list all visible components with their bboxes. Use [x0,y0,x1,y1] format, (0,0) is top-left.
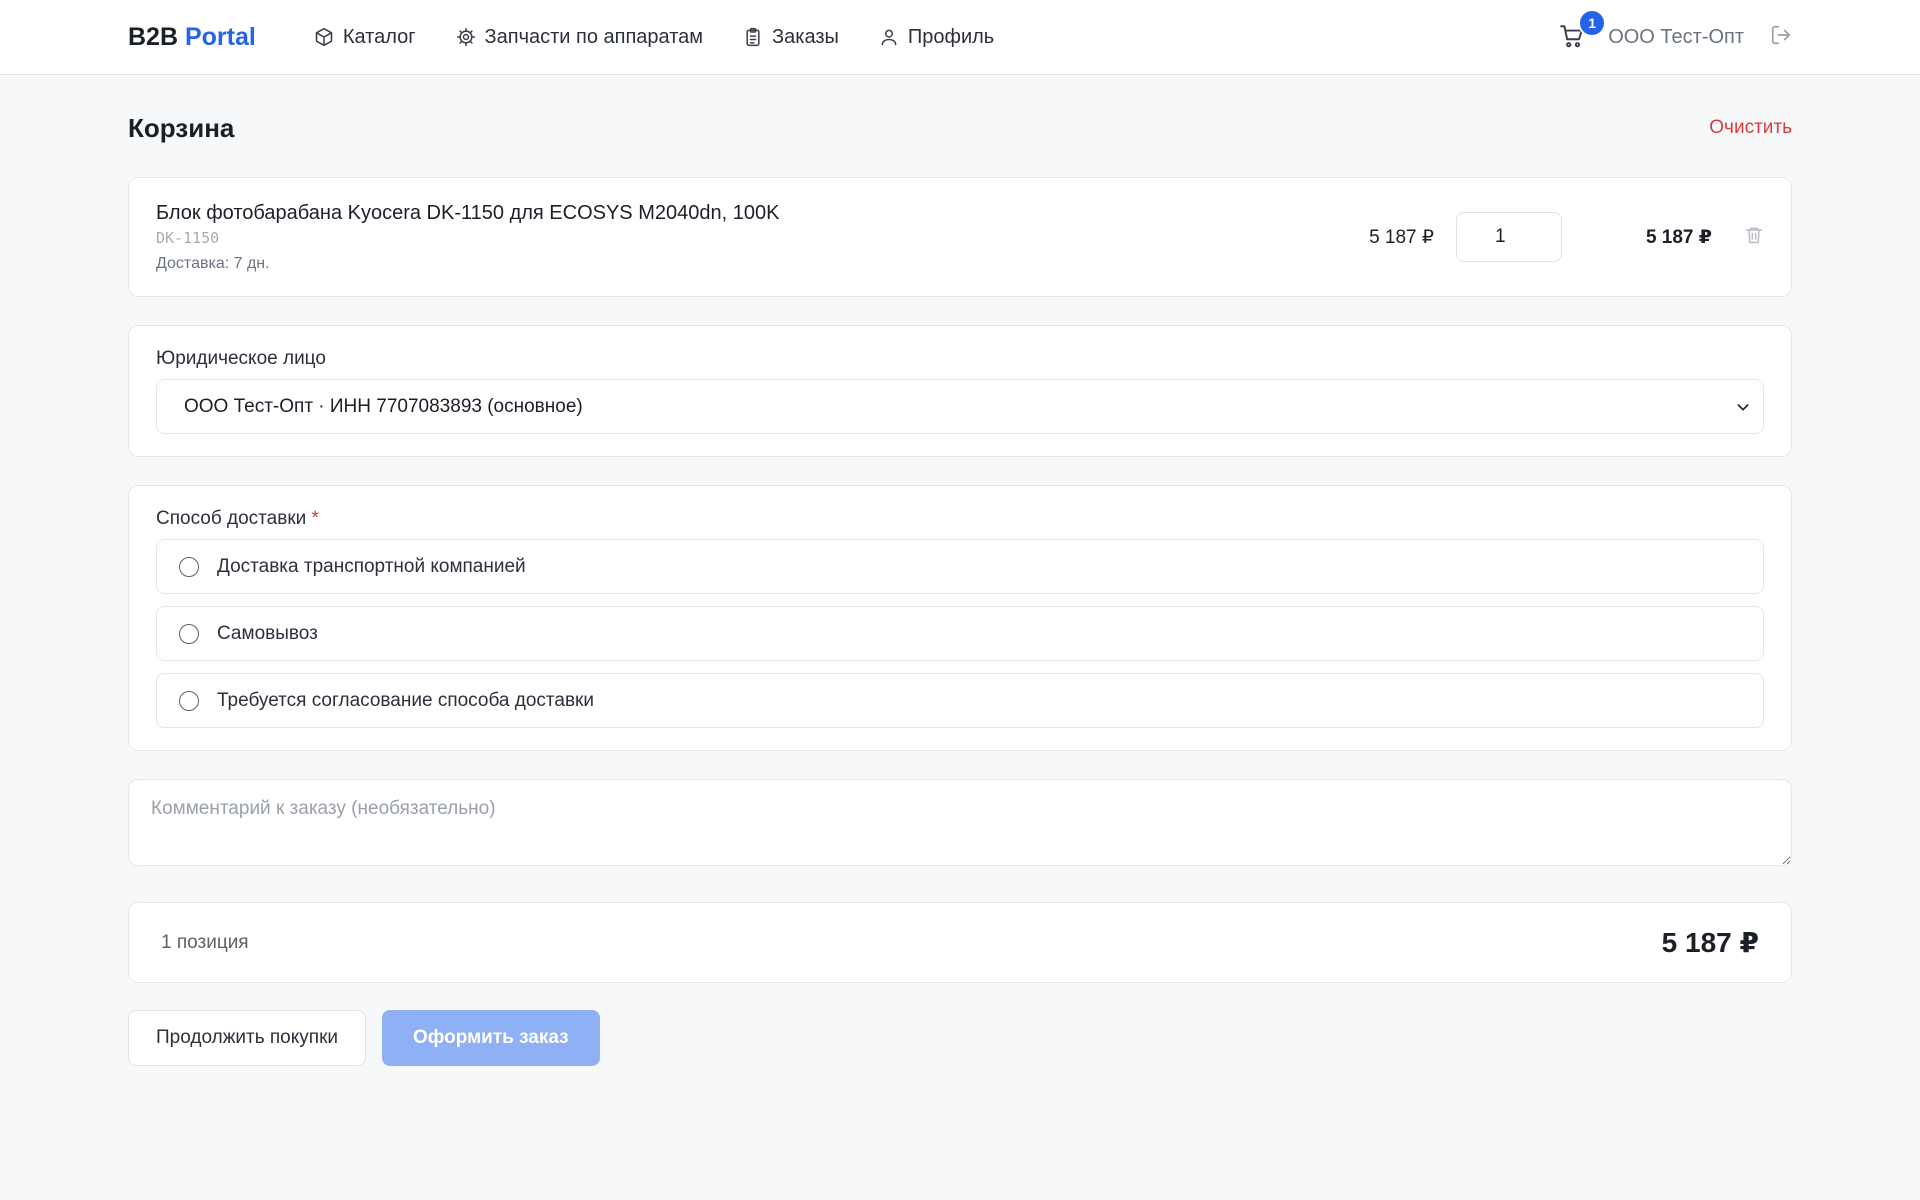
delivery-label-text: Способ доставки [156,508,307,529]
clear-cart-button[interactable]: Очистить [1709,117,1792,139]
order-comment-field[interactable] [128,779,1792,866]
radio-button[interactable] [179,690,199,711]
order-summary: 1 позиция 5 187 ₽ [128,902,1792,983]
delivery-option-transport[interactable]: Доставка транспортной компанией [156,539,1764,594]
logout-icon [1771,25,1791,44]
nav-item-label: Профиль [907,25,995,48]
radio-label: Доставка транспортной компанией [217,555,526,577]
legal-entity-selected: ООО Тест-Опт · ИНН 7707083893 (основное) [184,395,583,417]
logo[interactable]: B2B Portal [128,23,256,52]
trash-icon [1745,227,1763,243]
item-info: Блок фотобарабана Kyocera DK-1150 для EC… [156,202,1344,273]
top-navbar: B2B Portal Каталог Запчасти по аппаратам… [0,0,1920,75]
logo-main: B2B [128,22,179,51]
clipboard-icon [746,27,760,47]
cart-item: Блок фотобарабана Kyocera DK-1150 для EC… [128,177,1792,297]
delivery-option-pickup[interactable]: Самовывоз [156,606,1764,661]
delivery-label: Способ доставки * [156,508,1764,530]
logout-button[interactable] [1770,24,1792,51]
continue-shopping-button[interactable]: Продолжить покупки [128,1010,366,1066]
item-sku: DK-1150 [156,228,220,247]
nav-item-label: Запчасти по аппаратам [484,25,704,48]
delivery-option-negotiate[interactable]: Требуется согласование способа доставки [156,673,1764,728]
radio-label: Требуется согласование способа доставки [217,689,594,711]
nav-item-label: Заказы [772,25,839,48]
remove-item-button[interactable] [1744,225,1764,250]
user-icon [881,29,897,46]
legal-entity-label: Юридическое лицо [156,348,326,369]
summary-count: 1 позиция [161,931,249,953]
gear-icon [456,27,475,47]
chevron-down-icon [1737,403,1749,410]
checkout-button[interactable]: Оформить заказ [382,1010,600,1066]
nav-item-profile[interactable]: Профиль [879,26,994,49]
legal-entity-select[interactable]: ООО Тест-Опт · ИНН 7707083893 (основное) [156,379,1764,434]
main-content: Корзина Очистить Блок фотобарабана Kyoce… [0,75,1920,1066]
company-name: ООО Тест-Опт [1608,25,1744,48]
cart-button[interactable]: 1 [1559,9,1607,51]
page-header: Корзина Очистить [128,75,1792,177]
page-title: Корзина [128,112,235,143]
delivery-section: Способ доставки * Доставка транспортной … [128,485,1792,751]
item-total: 5 187 ₽ [1645,226,1712,248]
summary-total: 5 187 ₽ [1661,927,1759,958]
actions-bar: Продолжить покупки Оформить заказ [128,1010,1792,1066]
cart-count-badge: 1 [1578,9,1607,37]
item-delivery: Доставка: 7 дн. [156,254,270,272]
box-icon [315,27,333,47]
radio-button[interactable] [179,623,199,644]
required-mark: * [311,508,319,529]
main-nav: Каталог Запчасти по аппаратам Заказы Про… [314,26,994,49]
radio-label: Самовывоз [217,622,318,644]
logo-accent: Portal [184,22,256,51]
quantity-input[interactable] [1456,212,1562,262]
nav-item-label: Каталог [342,25,416,48]
item-name[interactable]: Блок фотобарабана Kyocera DK-1150 для EC… [156,202,1344,225]
nav-item-orders[interactable]: Заказы [743,26,839,49]
item-price: 5 187 ₽ [1369,226,1434,248]
legal-entity-section: Юридическое лицо ООО Тест-Опт · ИНН 7707… [128,325,1792,457]
header-right: 1 ООО Тест-Опт [1559,9,1792,51]
radio-button[interactable] [179,556,199,577]
nav-item-catalog[interactable]: Каталог [314,26,416,49]
nav-item-parts[interactable]: Запчасти по аппаратам [456,25,704,49]
